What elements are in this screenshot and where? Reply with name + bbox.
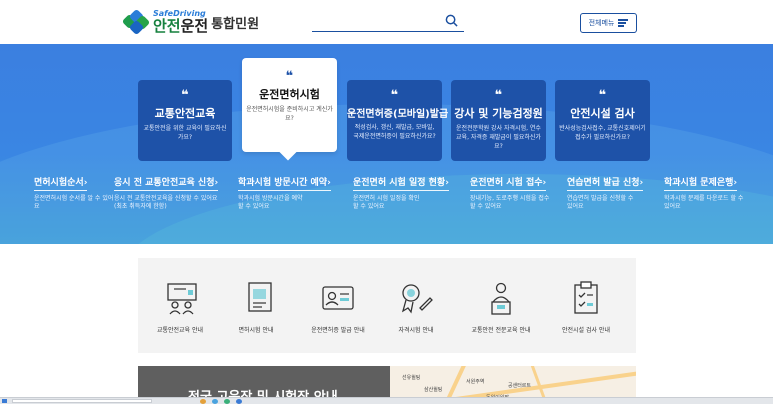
- quote-icon: ❝: [285, 69, 294, 84]
- link-written-exam-reservation[interactable]: 학과시험 방문시간 예약› 학과시험 방문시간을 예약할 수 있어요: [238, 170, 338, 211]
- link-exam-order[interactable]: 면허시험순서› 운전면허시험 순서를 알 수 있어요: [34, 170, 114, 211]
- card-title: 안전시설 검사: [570, 107, 635, 120]
- header: SafeDriving 안전운전 통합민원 전체메뉴: [0, 0, 773, 44]
- start-icon[interactable]: [2, 399, 7, 403]
- search-icon[interactable]: [445, 14, 458, 27]
- logo-korean: 안전운전: [153, 17, 209, 35]
- card-license-exam[interactable]: ❝ 운전면허시험 운전면허시험을 준비하시고 계신가요?: [242, 58, 337, 161]
- link-question-bank[interactable]: 학과시험 문제은행› 학과시험 문제를 다운로드 할 수 있어요: [664, 170, 773, 211]
- app-icon[interactable]: [236, 399, 242, 404]
- card-instructor-examiner[interactable]: ❝ 강사 및 기능검정원 운전전문학원 강사 자격시험, 연수교육, 자격증 재…: [451, 80, 546, 161]
- lecturer-icon: [491, 282, 511, 315]
- pen-certificate-icon: [401, 284, 433, 314]
- link-exam-schedule[interactable]: 운전면허 시험 일정 현황› 운전면허 시험 일정을 확인할 수 있어요: [353, 170, 453, 211]
- link-pre-exam-education[interactable]: 응시 전 교통안전교육 신청› 응시 전 교통안전교육을 신청할 수 있어요 (…: [114, 170, 224, 211]
- license-card-icon: [322, 286, 354, 310]
- quote-icon: ❝: [181, 88, 189, 103]
- card-desc: 적성검사, 갱신, 재발급, 모바일, 국제운전면허증이 필요하신가요?: [353, 124, 436, 140]
- hamburger-icon: [618, 19, 629, 27]
- logo-mark-icon: [121, 8, 151, 36]
- quote-icon: ❝: [598, 88, 607, 103]
- app-icon[interactable]: [224, 399, 230, 404]
- card-license-issuance[interactable]: ❝ 운전면허증(모바일)발급 적성검사, 갱신, 재발급, 모바일, 국제운전면…: [347, 80, 449, 161]
- quote-icon: ❝: [494, 88, 503, 103]
- card-desc: 운전전문학원 강사 자격시험, 연수교육, 자격증 재발급이 필요하신가요?: [456, 125, 541, 150]
- card-title: 교통안전교육: [154, 107, 216, 120]
- card-title: 운전면허시험: [259, 88, 320, 101]
- card-traffic-safety-education[interactable]: ❝ 교통안전교육 교통안전을 위한 교육이 필요하신가요?: [138, 80, 232, 161]
- link-exam-application[interactable]: 운전면허 시험 접수› 장내기능, 도로주행 시험을 접수할 수 있어요: [470, 170, 560, 211]
- card-safety-facility-inspection[interactable]: ❝ 안전시설 검사 반사성능검사접수, 교통신호제어기 접수가 필요하신가요?: [555, 80, 650, 161]
- exam-paper-icon: [248, 282, 272, 312]
- quick-guide-panel: 교통안전교육 안내 면허시험 안내 운전면허증 발급 안내 자격시험 안내 교통…: [138, 258, 636, 353]
- app-icon[interactable]: [200, 399, 206, 404]
- card-desc: 반사성능검사접수, 교통신호제어기 접수가 필요하신가요?: [559, 125, 646, 141]
- os-taskbar: [0, 397, 773, 404]
- full-menu-button[interactable]: 전체메뉴: [580, 13, 637, 33]
- logo-subtitle: 통합민원: [211, 16, 260, 32]
- hero-banner: ❝ 교통안전교육 교통안전을 위한 교육이 필요하신가요? ❝ 운전면허시험 운…: [0, 44, 773, 244]
- site-logo[interactable]: SafeDriving 안전운전 통합민원: [121, 8, 260, 36]
- app-icon[interactable]: [212, 399, 218, 404]
- checklist-icon: [574, 281, 598, 314]
- page: SafeDriving 안전운전 통합민원 전체메뉴 ❝ 교통안전교육 교통안전: [0, 0, 773, 404]
- card-title: 강사 및 기능검정원: [454, 107, 543, 120]
- card-desc: 교통안전을 위한 교육이 필요하신가요?: [143, 125, 227, 141]
- search-input[interactable]: [312, 14, 440, 31]
- quote-icon: ❝: [390, 88, 399, 103]
- taskbar-search[interactable]: [12, 399, 152, 403]
- classroom-icon: [167, 283, 197, 315]
- search-bar: [312, 14, 464, 32]
- full-menu-label: 전체메뉴: [588, 19, 615, 27]
- link-learner-permit[interactable]: 연습면허 발급 신청› 연습면허 발급을 신청할 수 있어요: [567, 170, 652, 211]
- card-title: 운전면허증(모바일)발급: [347, 109, 449, 120]
- card-desc: 운전면허시험을 준비하시고 계신가요?: [246, 106, 333, 122]
